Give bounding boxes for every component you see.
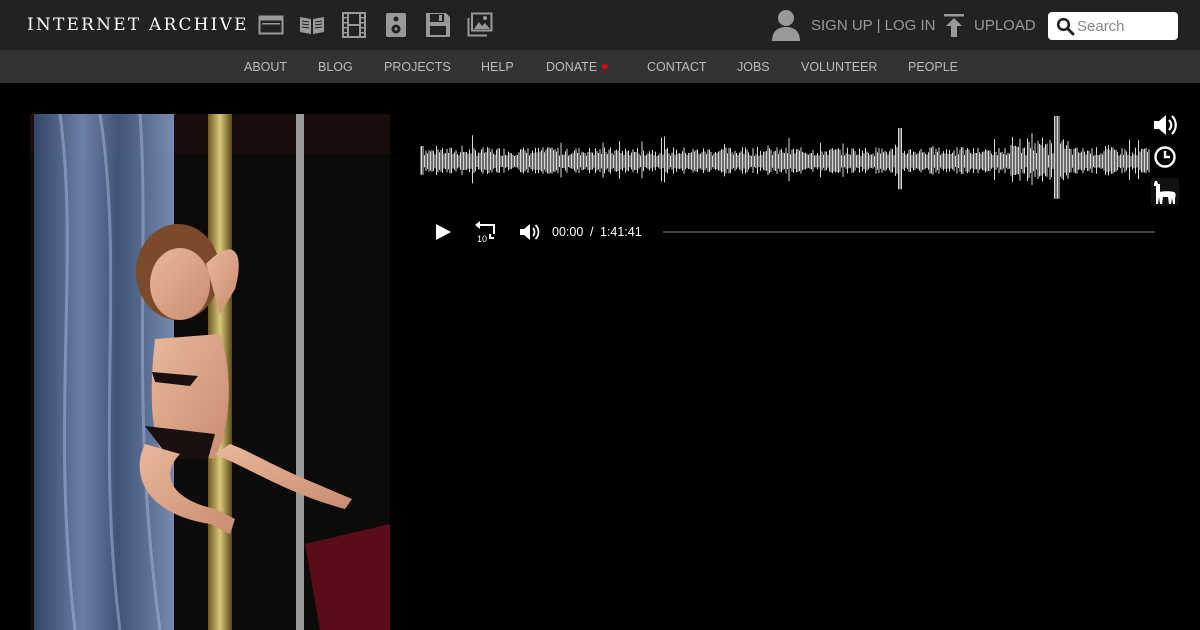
current-time: 00:00 <box>552 225 584 239</box>
auth-links: SIGN UP | LOG IN <box>811 17 936 34</box>
nav-donate[interactable]: DONATE ♥ <box>546 60 608 74</box>
texts-icon[interactable] <box>299 12 325 38</box>
nav-donate-label: DONATE <box>546 60 598 74</box>
heart-icon: ♥ <box>601 60 609 74</box>
web-archive-icon[interactable] <box>258 12 284 38</box>
nav-about[interactable]: ABOUT <box>244 60 287 74</box>
item-cover-image[interactable] <box>30 114 390 630</box>
auth-separator: | <box>876 17 881 34</box>
nav-jobs[interactable]: JOBS <box>737 60 770 74</box>
clock-icon[interactable] <box>1151 143 1179 171</box>
sign-up-link[interactable]: SIGN UP <box>811 17 872 34</box>
volume-icon[interactable] <box>1151 111 1179 139</box>
play-icon[interactable] <box>434 219 452 245</box>
item-page: 10 00:00 / 1:41:41 <box>0 83 1200 630</box>
nav-projects[interactable]: PROJECTS <box>384 60 451 74</box>
rewind-seconds: 10 <box>477 234 487 244</box>
nav-bar: ABOUT BLOG PROJECTS HELP DONATE ♥ CONTACT… <box>0 50 1200 83</box>
volume-icon[interactable] <box>519 219 541 245</box>
search-box[interactable] <box>1048 12 1178 40</box>
software-icon[interactable] <box>425 12 451 38</box>
images-icon[interactable] <box>467 12 493 38</box>
internet-archive-logo[interactable]: INTERNET ARCHIVE <box>12 9 246 41</box>
duration: 1:41:41 <box>600 225 642 239</box>
nav-people[interactable]: PEOPLE <box>908 60 958 74</box>
nav-help[interactable]: HELP <box>481 60 514 74</box>
nav-volunteer[interactable]: VOLUNTEER <box>801 60 877 74</box>
time-separator: / <box>590 225 594 239</box>
progress-bar[interactable] <box>663 231 1155 233</box>
top-bar: INTERNET ARCHIVE SIGN UP | LOG IN UPLOAD <box>0 0 1200 50</box>
user-avatar-icon[interactable] <box>771 9 801 41</box>
audio-icon[interactable] <box>383 12 409 38</box>
video-icon[interactable] <box>341 12 367 38</box>
llama-icon[interactable] <box>1151 178 1179 206</box>
search-icon[interactable] <box>1056 17 1075 36</box>
nav-contact[interactable]: CONTACT <box>647 60 707 74</box>
nav-blog[interactable]: BLOG <box>318 60 353 74</box>
upload-link[interactable]: UPLOAD <box>974 17 1036 34</box>
log-in-link[interactable]: LOG IN <box>885 17 936 34</box>
player-controls: 10 00:00 / 1:41:41 <box>430 219 1156 245</box>
search-input[interactable] <box>1077 17 1173 35</box>
audio-waveform[interactable] <box>420 110 1150 214</box>
brand-name: INTERNET ARCHIVE <box>27 15 249 35</box>
rewind-10-icon[interactable]: 10 <box>474 219 498 245</box>
upload-icon[interactable] <box>943 14 965 38</box>
